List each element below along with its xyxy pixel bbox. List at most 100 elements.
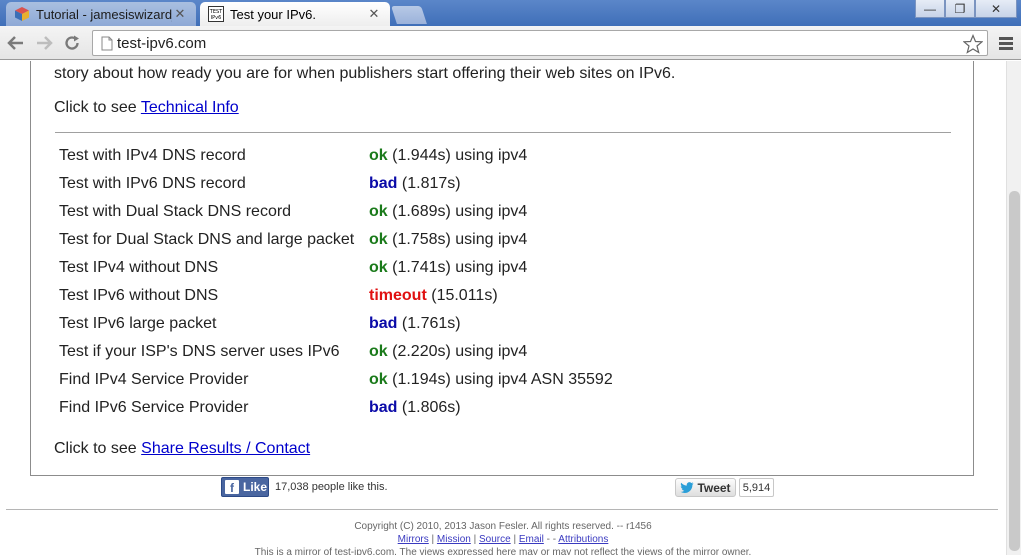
- result-detail: (1.761s): [401, 315, 461, 332]
- result-label: Test with IPv4 DNS record: [59, 147, 246, 164]
- result-status: ok: [369, 371, 388, 388]
- copyright-text: Copyright (C) 2010, 2013 Jason Fesler. A…: [354, 521, 652, 532]
- forward-arrow-icon[interactable]: [32, 31, 56, 55]
- technical-info-prefix: Click to see: [54, 99, 137, 116]
- result-row: Test IPv6 without DNS timeout (15.011s): [59, 287, 759, 315]
- result-status: ok: [369, 343, 388, 360]
- result-row: Test with IPv6 DNS record bad (1.817s): [59, 175, 759, 203]
- result-detail: (1.944s) using ipv4: [392, 147, 528, 164]
- minimize-icon[interactable]: —: [915, 0, 945, 18]
- result-label: Test for Dual Stack DNS and large packet: [59, 231, 355, 248]
- result-value: ok (1.194s) using ipv4 ASN 35592: [369, 371, 613, 389]
- intro-text: story about how ready you are for when p…: [54, 65, 676, 82]
- close-icon[interactable]: ✕: [366, 6, 382, 22]
- share-prefix: Click to see: [54, 440, 137, 457]
- twitter-bird-icon: [680, 481, 694, 493]
- result-value: ok (2.220s) using ipv4: [369, 343, 527, 361]
- new-tab-button[interactable]: [391, 6, 427, 24]
- share-results-link[interactable]: Share Results / Contact: [141, 440, 310, 457]
- result-row: Test IPv6 large packet bad (1.761s): [59, 315, 759, 343]
- result-row: Test for Dual Stack DNS and large packet…: [59, 231, 759, 259]
- result-row: Test if your ISP's DNS server uses IPv6 o…: [59, 343, 759, 371]
- result-value: bad (1.817s): [369, 175, 461, 193]
- result-label: Test with IPv6 DNS record: [59, 175, 246, 192]
- result-status: bad: [369, 399, 398, 416]
- result-value: bad (1.761s): [369, 315, 461, 333]
- footer-link-source[interactable]: Source: [479, 534, 511, 545]
- footer-separator: |: [510, 534, 519, 545]
- tab-test-ipv6[interactable]: TEST IPv6 Test your IPv6. ✕: [200, 2, 390, 26]
- result-detail: (1.741s) using ipv4: [392, 259, 528, 276]
- tweet-button[interactable]: Tweet: [675, 478, 736, 497]
- back-arrow-icon[interactable]: [4, 31, 28, 55]
- result-label: Test IPv6 large packet: [59, 315, 217, 332]
- result-label: Test with Dual Stack DNS record: [59, 203, 292, 220]
- window-controls: — ❐ ✕: [915, 0, 1017, 18]
- facebook-like-label: Like: [243, 480, 268, 494]
- svg-text:IPv6: IPv6: [211, 15, 222, 21]
- result-label: Test IPv4 without DNS: [59, 259, 219, 276]
- results-table: Test with IPv4 DNS record ok (1.944s) usi…: [59, 147, 759, 427]
- footer-separator: - -: [543, 534, 559, 545]
- result-value: ok (1.944s) using ipv4: [369, 147, 527, 165]
- facebook-icon: f: [225, 480, 239, 494]
- result-value: ok (1.758s) using ipv4: [369, 231, 527, 249]
- result-value: ok (1.741s) using ipv4: [369, 259, 527, 277]
- tab-title: Tutorial - jamesiswizard_1: [36, 6, 172, 22]
- footer-link-mirrors[interactable]: Mirrors: [398, 534, 429, 545]
- result-row: Find IPv4 Service Provider ok (1.194s) us…: [59, 371, 759, 399]
- result-status: ok: [369, 231, 388, 248]
- reload-icon[interactable]: [60, 31, 84, 55]
- result-row: Test IPv4 without DNS ok (1.741s) using i…: [59, 259, 759, 287]
- result-detail: (1.817s): [401, 175, 461, 192]
- footer-link-email[interactable]: Email: [519, 534, 544, 545]
- address-bar[interactable]: test-ipv6.com: [92, 30, 988, 56]
- tab-title: Test your IPv6.: [230, 6, 316, 22]
- restore-icon[interactable]: ❐: [945, 0, 975, 18]
- result-row: Test with IPv4 DNS record ok (1.944s) usi…: [59, 147, 759, 175]
- test-ipv6-favicon-icon: TEST IPv6: [208, 6, 224, 22]
- result-label: Find IPv4 Service Provider: [59, 371, 249, 388]
- footer-link-attributions[interactable]: Attributions: [558, 534, 608, 545]
- cube-icon: [14, 6, 30, 22]
- result-detail: (15.011s): [431, 287, 498, 304]
- result-label: Find IPv6 Service Provider: [59, 399, 249, 416]
- footer-divider: [6, 509, 998, 510]
- result-value: bad (1.806s): [369, 399, 461, 417]
- result-status: bad: [369, 175, 398, 192]
- technical-info-link[interactable]: Technical Info: [141, 99, 239, 116]
- footer-links: Mirrors | Mission | Source | Email - - A…: [0, 534, 1006, 545]
- vertical-scrollbar[interactable]: [1006, 61, 1021, 555]
- facebook-like-button[interactable]: f Like: [221, 477, 269, 497]
- result-status: ok: [369, 259, 388, 276]
- result-detail: (1.758s) using ipv4: [392, 231, 528, 248]
- result-value: timeout (15.011s): [369, 287, 498, 305]
- star-icon[interactable]: [962, 33, 984, 54]
- page-icon: [101, 36, 113, 51]
- result-detail: (1.806s): [401, 399, 461, 416]
- result-status: ok: [369, 147, 388, 164]
- page-viewport: story about how ready you are for when p…: [0, 61, 1006, 555]
- wrench-menu-icon[interactable]: [996, 32, 1016, 54]
- tab-tutorial[interactable]: Tutorial - jamesiswizard_1 ✕: [6, 2, 196, 26]
- result-row: Find IPv6 Service Provider bad (1.806s): [59, 399, 759, 427]
- footer-separator: |: [470, 534, 479, 545]
- result-status: bad: [369, 315, 398, 332]
- result-detail: (1.689s) using ipv4: [392, 203, 528, 220]
- url-text: test-ipv6.com: [117, 34, 207, 52]
- scrollbar-thumb[interactable]: [1009, 191, 1020, 551]
- footer-separator: |: [428, 534, 437, 545]
- mirror-note: This is a mirror of test-ipv6.com. The v…: [254, 547, 752, 555]
- result-row: Test with Dual Stack DNS record ok (1.689…: [59, 203, 759, 231]
- facebook-like-count: 17,038 people like this.: [275, 481, 388, 493]
- tweet-label: Tweet: [697, 480, 731, 495]
- result-status: ok: [369, 203, 388, 220]
- close-window-icon[interactable]: ✕: [975, 0, 1017, 18]
- close-icon[interactable]: ✕: [172, 6, 188, 22]
- result-value: ok (1.689s) using ipv4: [369, 203, 527, 221]
- result-detail: (2.220s) using ipv4: [392, 343, 528, 360]
- result-detail: (1.194s) using ipv4 ASN 35592: [392, 371, 613, 388]
- technical-info-line: Click to see Technical Info: [54, 99, 239, 117]
- browser-toolbar: test-ipv6.com: [0, 26, 1021, 60]
- footer-link-mission[interactable]: Mission: [437, 534, 471, 545]
